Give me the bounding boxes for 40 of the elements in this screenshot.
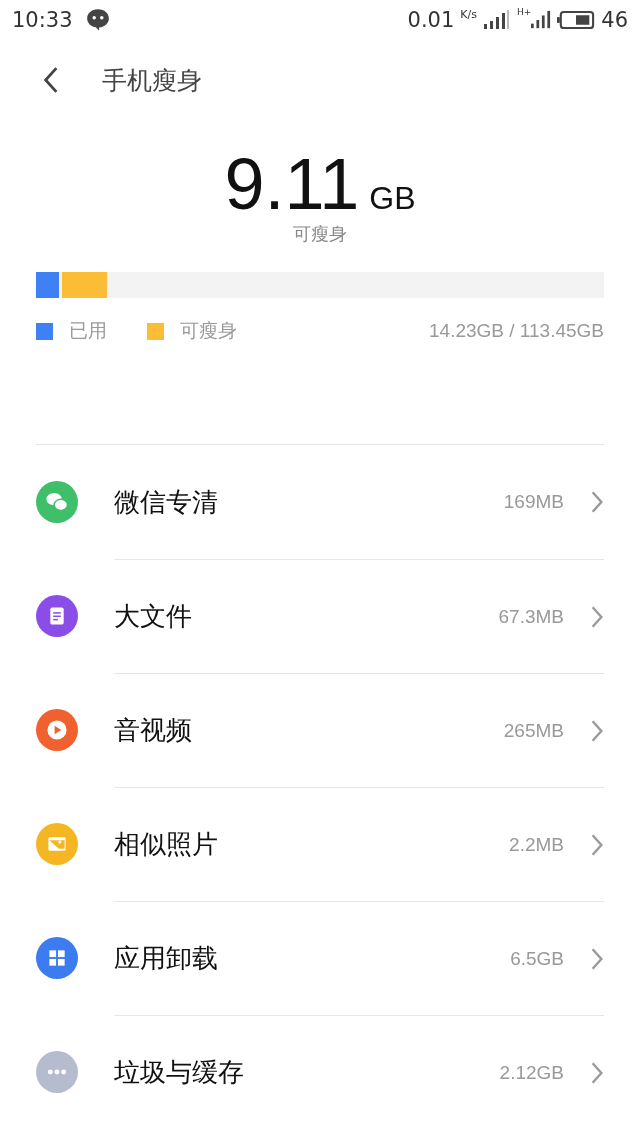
chevron-right-icon xyxy=(590,946,604,971)
chevron-right-icon xyxy=(590,832,604,857)
storage-usage: 14.23GB / 113.45GB xyxy=(429,320,604,342)
chevron-right-icon xyxy=(590,604,604,629)
chevron-right-icon xyxy=(590,1060,604,1085)
category-label: 微信专清 xyxy=(114,485,218,519)
battery-level: 46 xyxy=(601,8,628,32)
category-row[interactable]: 相似照片 2.2MB xyxy=(36,787,604,901)
legend-label: 已用 xyxy=(69,318,107,343)
category-label: 大文件 xyxy=(114,600,192,633)
battery-icon xyxy=(557,10,596,30)
signal-icon xyxy=(482,10,511,30)
amount-unit: GB xyxy=(369,180,416,217)
category-size: 265MB xyxy=(503,719,564,742)
page-title: 手机瘦身 xyxy=(102,64,202,97)
slimmable-amount: 9.11 xyxy=(224,148,360,220)
category-row[interactable]: 音视频 265MB xyxy=(36,673,604,787)
category-size: 2.12GB xyxy=(499,1061,564,1084)
category-row[interactable]: 应用卸载 6.5GB xyxy=(36,901,604,1015)
category-label: 垃圾与缓存 xyxy=(114,1056,244,1089)
category-size: 2.2MB xyxy=(509,833,564,856)
chevron-right-icon xyxy=(590,718,604,743)
category-row[interactable]: 大文件 67.3MB xyxy=(36,559,604,673)
category-label: 应用卸载 xyxy=(114,942,218,975)
category-size: 169MB xyxy=(503,491,564,513)
category-row[interactable]: 微信专清 169MB xyxy=(36,445,604,559)
amount-caption: 可瘦身 xyxy=(293,222,347,246)
signal-icon xyxy=(531,10,552,30)
category-size: 6.5GB xyxy=(510,947,564,970)
speed-unit: K/s xyxy=(460,8,477,21)
category-size: 67.3MB xyxy=(498,605,564,628)
network-speed: 0.01 xyxy=(407,8,455,32)
category-label: 音视频 xyxy=(114,714,192,747)
legend-label: 可瘦身 xyxy=(180,318,237,343)
category-label: 相似照片 xyxy=(114,828,218,861)
chevron-right-icon xyxy=(590,490,604,514)
network-type: H+ xyxy=(516,7,532,17)
category-row[interactable]: 垃圾与缓存 2.12GB xyxy=(36,1015,604,1129)
chat-bubble-icon xyxy=(84,7,111,33)
status-time: 10:33 xyxy=(12,8,73,32)
